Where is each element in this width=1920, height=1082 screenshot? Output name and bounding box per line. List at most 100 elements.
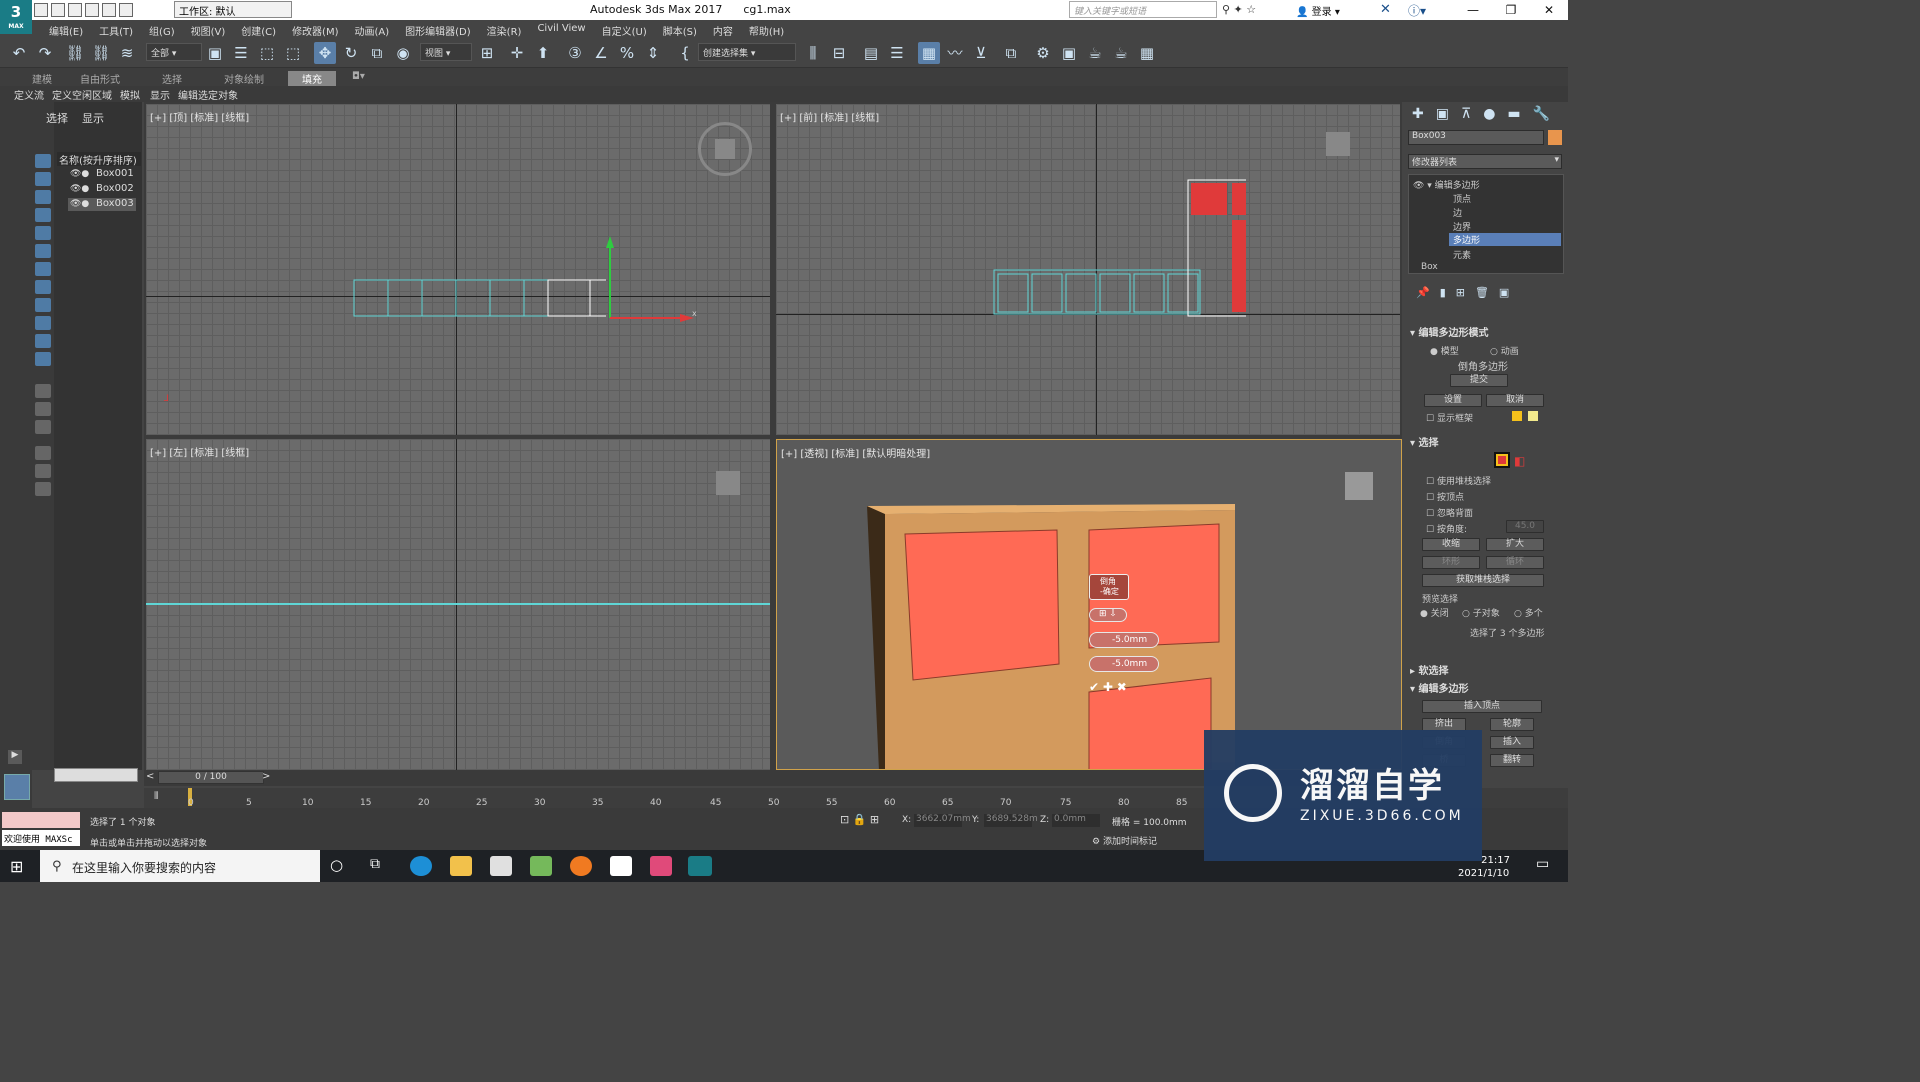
display-cameras-icon[interactable] bbox=[35, 208, 51, 222]
angle-snap-icon[interactable]: ∠ bbox=[590, 42, 612, 64]
tab-select[interactable]: 选择 bbox=[46, 110, 68, 126]
caddy-outline-input[interactable]: -5.0mm bbox=[1089, 656, 1159, 672]
ignore-backfacing-checkbox[interactable]: ☐ 忽略背面 bbox=[1426, 506, 1473, 519]
menu-item[interactable]: 编辑(E) bbox=[42, 20, 90, 38]
menu-item[interactable]: 内容 bbox=[706, 20, 740, 38]
minimize-button[interactable]: — bbox=[1454, 0, 1492, 20]
a360-icon[interactable]: ▦ bbox=[1136, 42, 1158, 64]
viewport-label[interactable]: [+] [透视] [标准] [默认明暗处理] bbox=[781, 445, 930, 460]
sync-icon[interactable] bbox=[35, 482, 51, 496]
menu-item[interactable]: Civil View bbox=[530, 20, 592, 38]
horizontal-scrollbar[interactable] bbox=[54, 768, 138, 782]
window-crossing-icon[interactable]: ⬚ bbox=[282, 42, 304, 64]
viewport-perspective[interactable]: [+] [透视] [标准] [默认明暗处理] 倒角 -确定 ⊞ ⇩ -5.0mm … bbox=[776, 439, 1402, 770]
viewcube-icon[interactable] bbox=[1326, 132, 1350, 156]
define-flows-button[interactable]: 定义流 bbox=[14, 87, 44, 102]
show-cage-checkbox[interactable]: ☐ 显示框架 bbox=[1426, 411, 1473, 424]
display-geometry-icon[interactable] bbox=[35, 154, 51, 168]
by-angle-checkbox[interactable]: ☐ 按角度: bbox=[1426, 522, 1467, 535]
link-icon[interactable]: ⛓ bbox=[64, 42, 86, 64]
stack-item[interactable]: 边界 bbox=[1453, 220, 1471, 233]
outline-button[interactable]: 轮廓 bbox=[1490, 718, 1534, 731]
align-icon[interactable]: ⊟ bbox=[828, 42, 850, 64]
select-manipulate-icon[interactable]: ✛ bbox=[506, 42, 528, 64]
maxscript-input[interactable]: 欢迎使用 MAXSc bbox=[2, 830, 80, 846]
pivot-center-icon[interactable]: ⊞ bbox=[476, 42, 498, 64]
task-view-icon[interactable]: ⧉ bbox=[370, 856, 380, 872]
clock-date[interactable]: 2021/1/10 bbox=[1458, 868, 1509, 879]
display-lights-icon[interactable] bbox=[35, 190, 51, 204]
notification-icon[interactable]: ▭ bbox=[1536, 856, 1549, 872]
use-stack-checkbox[interactable]: ☐ 使用堆栈选择 bbox=[1426, 474, 1491, 487]
viewcube-icon[interactable] bbox=[716, 471, 740, 495]
define-idle-areas-button[interactable]: 定义空闲区域 bbox=[52, 87, 112, 102]
flip-button[interactable]: 翻转 bbox=[1490, 754, 1534, 767]
display-button[interactable]: 显示 bbox=[150, 87, 170, 102]
close-button[interactable]: ✕ bbox=[1530, 0, 1568, 20]
app-icon[interactable] bbox=[650, 856, 672, 876]
by-vertex-checkbox[interactable]: ☐ 按顶点 bbox=[1426, 490, 1464, 503]
display-all-icon[interactable] bbox=[35, 384, 51, 398]
layer-explorer-icon[interactable]: ☰ bbox=[886, 42, 908, 64]
display-frozen-icon[interactable] bbox=[35, 334, 51, 348]
next-frame-icon[interactable]: > bbox=[262, 771, 270, 782]
expand-arrow-icon[interactable]: ▶ bbox=[8, 750, 22, 764]
select-object-icon[interactable]: ▣ bbox=[204, 42, 226, 64]
simulate-button[interactable]: 模拟 bbox=[120, 87, 140, 102]
display-bones-icon[interactable] bbox=[35, 298, 51, 312]
viewport-front[interactable]: [+] [前] [标准] [线框] bbox=[776, 104, 1400, 435]
help-icon[interactable]: ⓘ▾ bbox=[1408, 2, 1426, 19]
menu-item[interactable]: 视图(V) bbox=[184, 20, 233, 38]
x-coord-field[interactable]: 3662.07mm bbox=[914, 814, 971, 827]
percent-snap-icon[interactable]: % bbox=[616, 42, 638, 64]
schematic-view-icon[interactable]: ⊻ bbox=[970, 42, 992, 64]
select-by-name-icon[interactable]: ☰ bbox=[230, 42, 252, 64]
get-stack-selection-button[interactable]: 获取堆栈选择 bbox=[1422, 574, 1544, 587]
cage-color-swatch[interactable] bbox=[1512, 411, 1522, 421]
move-icon[interactable]: ✥ bbox=[314, 42, 336, 64]
notepad-icon[interactable] bbox=[610, 856, 632, 876]
caddy-ok-icon[interactable]: ✔ ✚ ✖ bbox=[1089, 680, 1127, 694]
display-helpers-icon[interactable] bbox=[35, 226, 51, 240]
caddy-height-input[interactable]: -5.0mm bbox=[1089, 632, 1159, 648]
app-icon[interactable] bbox=[530, 856, 552, 876]
named-selection-dropdown[interactable]: 创建选择集 ▾ bbox=[698, 43, 796, 61]
edge-icon[interactable] bbox=[410, 856, 432, 876]
shrink-button[interactable]: 收缩 bbox=[1422, 538, 1480, 551]
radio-animate[interactable]: ○ 动画 bbox=[1490, 344, 1519, 357]
menu-item[interactable]: 修改器(M) bbox=[285, 20, 345, 38]
viewport-label[interactable]: [+] [顶] [标准] [线框] bbox=[150, 109, 249, 124]
time-slider-thumb[interactable]: 0 / 100 bbox=[158, 771, 264, 784]
menu-item[interactable]: 渲染(R) bbox=[480, 20, 529, 38]
bind-spacewarp-icon[interactable]: ≋ bbox=[116, 42, 138, 64]
undo-icon[interactable]: ↶ bbox=[8, 42, 30, 64]
workspace-select[interactable]: 工作区: 默认 bbox=[174, 1, 292, 18]
rect-region-icon[interactable]: ⬚ bbox=[256, 42, 278, 64]
tab-modeling[interactable]: 建模 bbox=[32, 71, 52, 86]
scene-explorer-icon[interactable]: ▤ bbox=[860, 42, 882, 64]
save-file-icon[interactable] bbox=[68, 3, 82, 17]
redo-icon[interactable] bbox=[102, 3, 116, 17]
display-shapes-icon[interactable] bbox=[35, 172, 51, 186]
eye-icon[interactable]: 👁● bbox=[70, 199, 89, 209]
insert-vertex-button[interactable]: 插入顶点 bbox=[1422, 700, 1542, 713]
loop-button[interactable]: 循环 bbox=[1486, 556, 1544, 569]
maxscript-listener[interactable] bbox=[2, 812, 80, 828]
list-item[interactable]: 👁● Box002 bbox=[68, 183, 136, 196]
display-spacewarps-icon[interactable] bbox=[35, 244, 51, 258]
edit-named-sel-icon[interactable]: { bbox=[674, 42, 696, 64]
stack-item[interactable]: 👁 ▾ 编辑多边形 bbox=[1413, 178, 1480, 191]
tab-freeform[interactable]: 自由形式 bbox=[80, 71, 120, 86]
eye-icon[interactable]: 👁● bbox=[70, 184, 89, 194]
viewport-label[interactable]: [+] [左] [标准] [线框] bbox=[150, 444, 249, 459]
binoculars-icon[interactable]: ⚲ ✦ ☆ bbox=[1222, 3, 1256, 16]
menu-item[interactable]: 创建(C) bbox=[234, 20, 283, 38]
render-setup-icon[interactable]: ⚙ bbox=[1032, 42, 1054, 64]
viewcube-icon[interactable] bbox=[1345, 472, 1373, 500]
radio-off[interactable]: ● 关闭 bbox=[1420, 606, 1449, 619]
ribbon-options-icon[interactable]: ◘▾ bbox=[352, 71, 365, 82]
ring-button[interactable]: 环形 bbox=[1422, 556, 1480, 569]
stack-item[interactable]: 元素 bbox=[1453, 248, 1471, 261]
grow-button[interactable]: 扩大 bbox=[1486, 538, 1544, 551]
cage-selected-color-swatch[interactable] bbox=[1528, 411, 1538, 421]
